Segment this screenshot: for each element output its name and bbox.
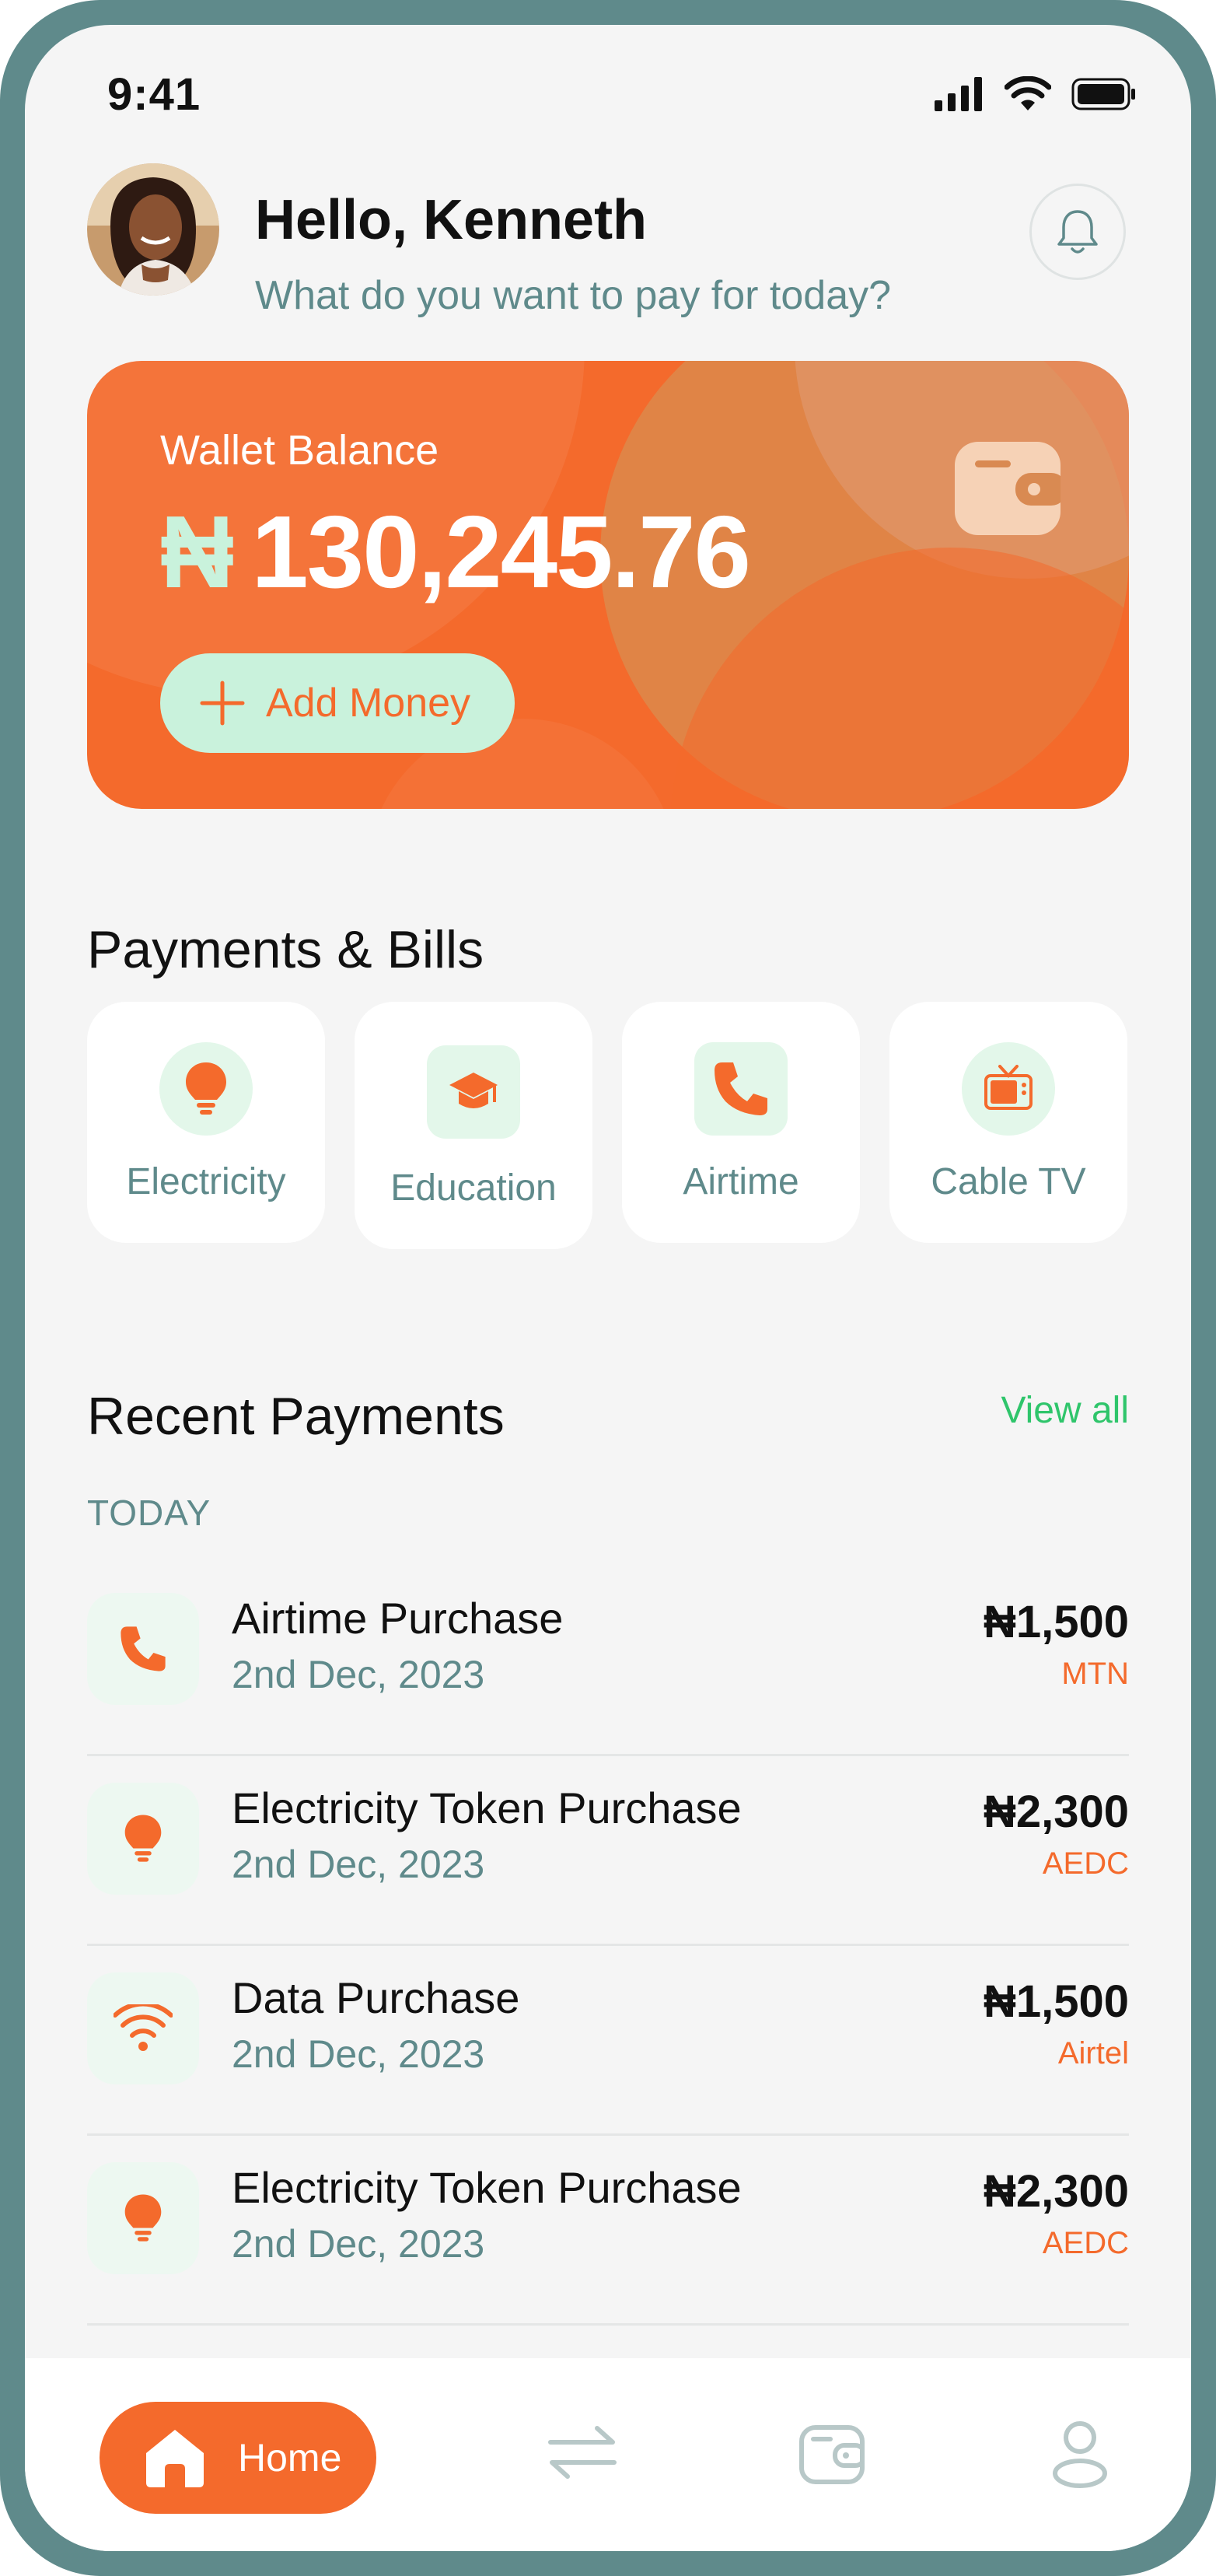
wallet-balance-label: Wallet Balance xyxy=(160,427,439,474)
phone-icon xyxy=(715,1062,767,1115)
payment-amount: ₦1,500 xyxy=(983,1976,1129,2027)
lightbulb-icon xyxy=(124,2194,162,2242)
app-screen: 9:41 Hello, Kenneth What do you want to … xyxy=(25,25,1191,2551)
wallet-card: Wallet Balance ₦ 130,245.76 Add Money xyxy=(87,361,1129,809)
payment-title: Electricity Token Purchase xyxy=(232,1783,742,1832)
device-frame: 9:41 Hello, Kenneth What do you want to … xyxy=(0,0,1216,2576)
tile-icon-bg xyxy=(962,1042,1055,1136)
battery-icon xyxy=(1071,78,1135,110)
wallet-balance-value: 130,245.76 xyxy=(251,495,751,609)
payment-provider: AEDC xyxy=(1042,2226,1129,2260)
signal-icon xyxy=(935,77,982,111)
graduation-cap-icon xyxy=(449,1073,498,1108)
add-money-label: Add Money xyxy=(266,681,471,726)
wallet-nav-icon[interactable] xyxy=(799,2425,865,2484)
bottom-nav: Home xyxy=(25,2358,1191,2551)
avatar[interactable] xyxy=(87,163,219,296)
transfer-icon[interactable] xyxy=(547,2425,617,2480)
payment-row[interactable]: Airtime Purchase 2nd Dec, 2023 ₦1,500 MT… xyxy=(87,1566,1129,1756)
wifi-icon xyxy=(114,2004,173,2051)
profile-icon[interactable] xyxy=(1051,2419,1109,2489)
nav-home-button[interactable]: Home xyxy=(100,2402,376,2514)
phone-icon xyxy=(121,1626,166,1671)
lightbulb-icon xyxy=(186,1062,226,1115)
payment-row[interactable]: Electricity Token Purchase 2nd Dec, 2023… xyxy=(87,2136,1129,2326)
payment-provider: Airtel xyxy=(1057,2036,1129,2070)
status-time: 9:41 xyxy=(107,69,201,120)
tile-cable-tv[interactable]: Cable TV xyxy=(889,1002,1127,1243)
tile-label: Electricity xyxy=(126,1161,286,1202)
greeting-subtitle: What do you want to pay for today? xyxy=(255,273,892,318)
lightbulb-icon xyxy=(124,1815,162,1862)
nav-home-label: Home xyxy=(238,2436,342,2480)
row-icon-bg xyxy=(87,2162,199,2274)
notifications-button[interactable] xyxy=(1029,184,1126,280)
payment-row[interactable]: Data Purchase 2nd Dec, 2023 ₦1,500 Airte… xyxy=(87,1946,1129,2136)
date-group-label: TODAY xyxy=(87,1493,211,1533)
row-icon-bg xyxy=(87,1972,199,2084)
tile-icon-bg xyxy=(427,1045,520,1139)
payment-amount: ₦2,300 xyxy=(983,1787,1129,1837)
row-icon-bg xyxy=(87,1593,199,1705)
payments-bills-grid: Electricity Education Airtime Cable TV xyxy=(87,1002,1129,1251)
tile-label: Cable TV xyxy=(931,1161,1086,1202)
payment-date: 2nd Dec, 2023 xyxy=(232,1843,485,1886)
recent-payments-title: Recent Payments xyxy=(87,1387,505,1446)
payment-provider: MTN xyxy=(1061,1657,1129,1691)
greeting: Hello, Kenneth xyxy=(255,189,648,251)
wifi-status-icon xyxy=(1005,76,1051,110)
naira-symbol: ₦ xyxy=(160,495,234,609)
bell-icon xyxy=(1057,210,1098,254)
payment-provider: AEDC xyxy=(1042,1846,1129,1881)
status-icons xyxy=(935,76,1137,112)
plus-icon xyxy=(200,681,245,726)
wallet-icon xyxy=(955,442,1061,535)
tile-icon-bg xyxy=(694,1042,788,1136)
tile-icon-bg xyxy=(159,1042,253,1136)
home-icon xyxy=(146,2430,204,2487)
payments-bills-title: Payments & Bills xyxy=(87,920,484,979)
wallet-balance-amount: ₦ 130,245.76 xyxy=(160,493,751,611)
tile-airtime[interactable]: Airtime xyxy=(622,1002,860,1243)
tile-education[interactable]: Education xyxy=(355,1002,592,1249)
tile-label: Education xyxy=(390,1167,557,1209)
tile-electricity[interactable]: Electricity xyxy=(87,1002,325,1243)
avatar-image xyxy=(87,163,219,296)
view-all-link[interactable]: View all xyxy=(1001,1389,1129,1432)
payment-title: Data Purchase xyxy=(232,1973,520,2022)
payment-title: Airtime Purchase xyxy=(232,1594,564,1643)
payment-date: 2nd Dec, 2023 xyxy=(232,2032,485,2076)
tile-label: Airtime xyxy=(683,1161,799,1202)
add-money-button[interactable]: Add Money xyxy=(160,653,515,753)
payment-amount: ₦1,500 xyxy=(983,1597,1129,1647)
row-icon-bg xyxy=(87,1783,199,1895)
payment-amount: ₦2,300 xyxy=(983,2166,1129,2217)
payment-date: 2nd Dec, 2023 xyxy=(232,2222,485,2266)
payment-title: Electricity Token Purchase xyxy=(232,2163,742,2212)
payment-date: 2nd Dec, 2023 xyxy=(232,1653,485,1696)
payment-row[interactable]: Electricity Token Purchase 2nd Dec, 2023… xyxy=(87,1756,1129,1946)
tv-icon xyxy=(984,1065,1033,1110)
